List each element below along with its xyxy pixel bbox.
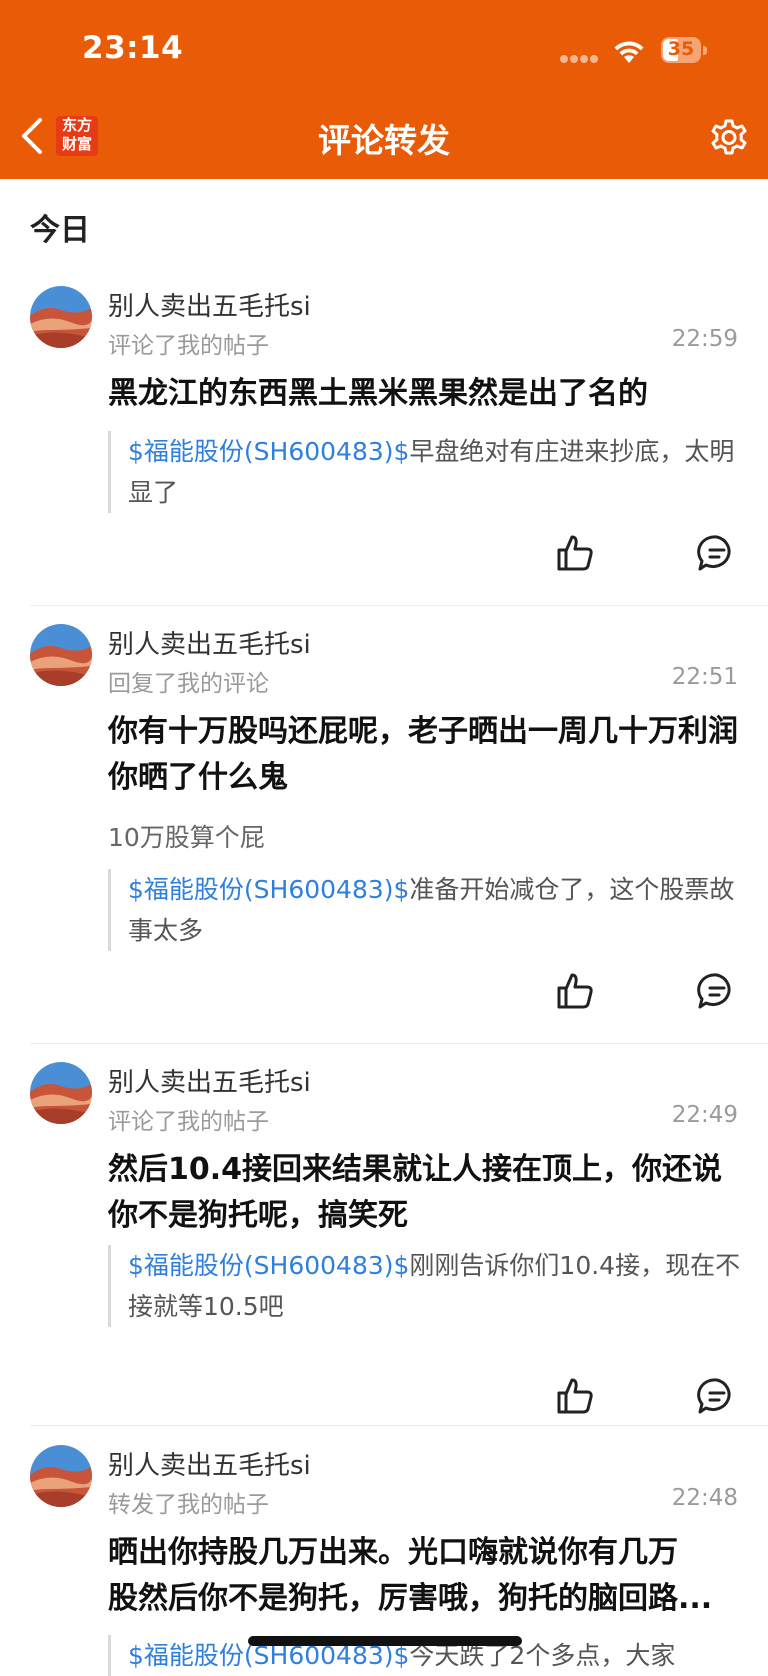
cellular-signal-icon xyxy=(560,55,598,63)
avatar[interactable] xyxy=(30,1062,92,1124)
status-time: 23:14 xyxy=(82,30,184,66)
stock-link[interactable]: $福能股份(SH600483)$ xyxy=(128,437,409,466)
username[interactable]: 别人卖出五毛托si xyxy=(108,286,311,323)
avatar[interactable] xyxy=(30,1445,92,1507)
section-header-today: 今日 xyxy=(30,213,90,248)
page-title: 评论转发 xyxy=(318,121,450,160)
thumbs-up-icon[interactable] xyxy=(555,1376,595,1416)
divider xyxy=(30,1425,768,1426)
thumbs-up-icon[interactable] xyxy=(555,971,595,1011)
stock-link[interactable]: $福能股份(SH600483)$ xyxy=(128,875,409,904)
timestamp: 22:51 xyxy=(671,664,738,690)
comment-content-line-2[interactable]: 股然后你不是狗托，厉害哦，狗托的脑回路... xyxy=(108,1576,740,1622)
quoted-post[interactable]: $福能股份(SH600483)$刚刚告诉你们10.4接，现在不接就等10.5吧 xyxy=(108,1245,754,1327)
comment-icon[interactable] xyxy=(697,971,737,1011)
comment-icon[interactable] xyxy=(697,1376,737,1416)
nav-bar: 东方 财富 评论转发 xyxy=(0,100,768,179)
wifi-icon xyxy=(614,41,644,63)
divider xyxy=(30,605,768,606)
status-bar: 23:14 35 xyxy=(0,0,768,100)
username[interactable]: 别人卖出五毛托si xyxy=(108,1062,311,1099)
comment-content-line-1[interactable]: 晒出你持股几万出来。光口嗨就说你有几万 xyxy=(108,1530,740,1576)
action-label: 评论了我的帖子 xyxy=(108,333,269,359)
battery-level: 35 xyxy=(667,38,695,60)
avatar[interactable] xyxy=(30,624,92,686)
home-indicator[interactable] xyxy=(248,1636,522,1646)
comment-content[interactable]: 你有十万股吗还屁呢，老子晒出一周几十万利润你晒了什么鬼 xyxy=(108,709,740,801)
action-label: 评论了我的帖子 xyxy=(108,1109,269,1135)
timestamp: 22:49 xyxy=(671,1102,738,1128)
thumbs-up-icon[interactable] xyxy=(555,533,595,573)
quoted-post[interactable]: $福能股份(SH600483)$早盘绝对有庄进来抄底，太明显了 xyxy=(108,431,754,513)
timestamp: 22:48 xyxy=(671,1485,738,1511)
comment-icon[interactable] xyxy=(697,533,737,573)
app-header: 23:14 35 东方 财富 评论转发 xyxy=(0,0,768,179)
comment-content[interactable]: 黑龙江的东西黑土黑米黑果然是出了名的 xyxy=(108,371,740,417)
divider xyxy=(30,1043,768,1044)
action-label: 回复了我的评论 xyxy=(108,671,269,697)
username[interactable]: 别人卖出五毛托si xyxy=(108,1445,311,1482)
username[interactable]: 别人卖出五毛托si xyxy=(108,624,311,661)
avatar[interactable] xyxy=(30,286,92,348)
comment-content[interactable]: 然后10.4接回来结果就让人接在顶上，你还说你不是狗托呢，搞笑死 xyxy=(108,1147,740,1239)
gear-icon[interactable] xyxy=(706,114,752,160)
stock-link[interactable]: $福能股份(SH600483)$ xyxy=(128,1251,409,1280)
action-label: 转发了我的帖子 xyxy=(108,1492,269,1518)
reply-context: 10万股算个屁 xyxy=(108,823,265,852)
timestamp: 22:59 xyxy=(671,326,738,352)
battery-icon: 35 xyxy=(661,37,707,65)
quoted-post[interactable]: $福能股份(SH600483)$准备开始减仓了，这个股票故事太多 xyxy=(108,869,754,951)
